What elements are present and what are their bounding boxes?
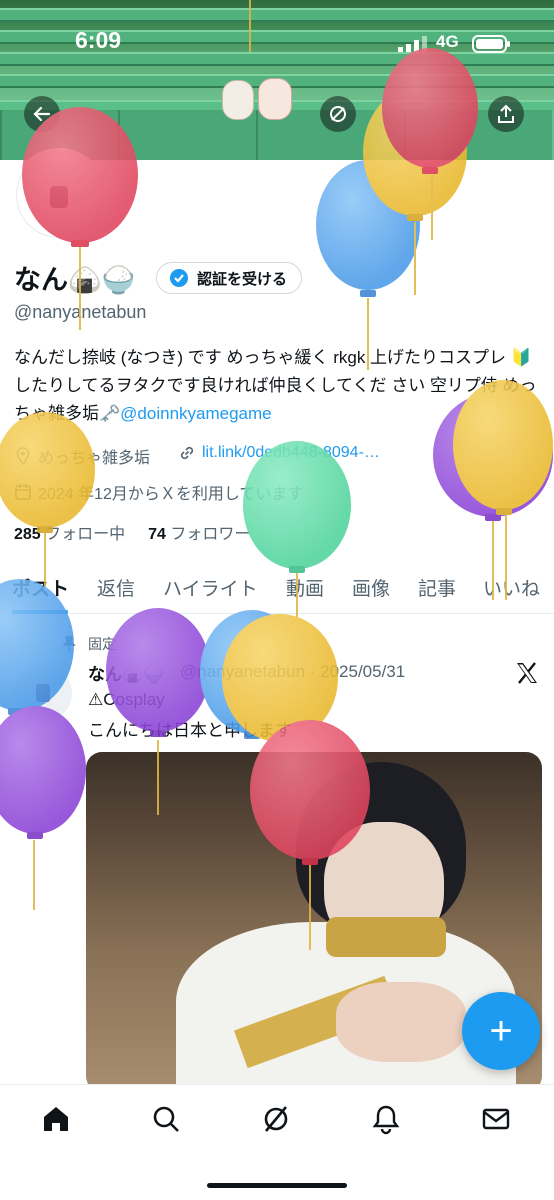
- bottom-navigation: [0, 1084, 554, 1200]
- status-time: 6:09: [75, 27, 122, 53]
- share-button[interactable]: [488, 96, 524, 132]
- profile-tabs: ポスト 返信 ハイライト 動画 画像 記事 いいね: [0, 568, 554, 614]
- grok-icon[interactable]: [258, 1101, 294, 1137]
- tab-replies[interactable]: 返信: [97, 574, 135, 601]
- tab-likes[interactable]: いいね: [483, 574, 540, 601]
- banner-plush-dolls: [222, 74, 294, 124]
- x-logo-icon: [514, 660, 540, 691]
- search-icon[interactable]: [148, 1101, 184, 1137]
- followers-link[interactable]: 74 フォロワー: [148, 526, 250, 543]
- status-network: 4G: [436, 32, 459, 51]
- following-label: フォロー中: [45, 526, 126, 543]
- active-tab-indicator: [12, 610, 68, 614]
- post-avatar[interactable]: [14, 664, 72, 722]
- profile-banner: [0, 0, 554, 160]
- location-pin-icon: [16, 447, 30, 465]
- location-text: めっちゃ雑多垢: [38, 450, 151, 467]
- avatar-figure-icon: [50, 186, 68, 208]
- followers-count: 74: [148, 526, 166, 543]
- bio-mention-link[interactable]: @doinnkyamegame: [120, 404, 271, 423]
- following-link[interactable]: 285 フォロー中: [14, 526, 125, 543]
- location-row: めっちゃ雑多垢: [14, 444, 150, 468]
- tab-articles[interactable]: 記事: [418, 574, 456, 601]
- profile-bio: なんだし捺岐 (なつき) です めっちゃ緩く rkgk 上げたりコスプレ 🔰 し…: [14, 344, 544, 428]
- post-text-line-2: こんにちは日本と申します: [88, 721, 292, 740]
- joined-row: 2024 年12月からＸを利用しています: [14, 480, 303, 504]
- profile-avatar[interactable]: [12, 148, 106, 242]
- profile-handle: @nanyanetabun: [14, 302, 147, 322]
- compose-post-button[interactable]: +: [462, 992, 540, 1070]
- signal-icon: [398, 36, 428, 52]
- get-verified-button[interactable]: 認証を受ける: [156, 262, 303, 294]
- follow-stats: 285 フォロー中 74 フォロワー: [14, 520, 250, 544]
- pinned-label: 固定: [88, 636, 116, 652]
- home-indicator: [207, 1183, 347, 1188]
- post-author-name[interactable]: なん🍙🍚: [88, 660, 164, 685]
- following-count: 285: [14, 526, 41, 543]
- bell-icon[interactable]: [368, 1101, 404, 1137]
- grok-icon: [330, 106, 346, 122]
- get-verified-label: 認証を受ける: [197, 270, 288, 288]
- website-row[interactable]: lit.link/0dedb448-8094-…: [178, 444, 380, 462]
- tab-videos[interactable]: 動画: [286, 574, 324, 601]
- verified-badge-icon: [170, 269, 188, 287]
- grok-button[interactable]: [320, 96, 356, 132]
- followers-label: フォロワー: [170, 526, 251, 543]
- calendar-icon: [15, 484, 31, 500]
- share-icon: [498, 104, 514, 123]
- back-button[interactable]: [24, 96, 60, 132]
- pin-icon: [62, 636, 76, 657]
- tab-highlights[interactable]: ハイライト: [163, 574, 258, 601]
- mail-icon[interactable]: [478, 1101, 514, 1137]
- tab-images[interactable]: 画像: [352, 574, 390, 601]
- post-handle-date: @nanyanetabun · 2025/05/31: [180, 662, 406, 681]
- joined-text: 2024 年12月からＸを利用しています: [38, 486, 304, 503]
- link-icon: [180, 446, 194, 460]
- battery-icon: [472, 34, 512, 54]
- website-link[interactable]: lit.link/0dedb448-8094-…: [202, 444, 380, 462]
- post-text-line-1: ⚠Cosplay: [88, 690, 165, 709]
- tab-posts[interactable]: ポスト: [12, 574, 69, 601]
- arrow-left-icon: [33, 106, 51, 122]
- bio-text: なんだし捺岐 (なつき) です めっちゃ緩く rkgk 上げたりコスプレ 🔰 し…: [14, 348, 537, 423]
- display-name: なん🍙🍚: [14, 265, 136, 295]
- home-icon[interactable]: [38, 1101, 74, 1137]
